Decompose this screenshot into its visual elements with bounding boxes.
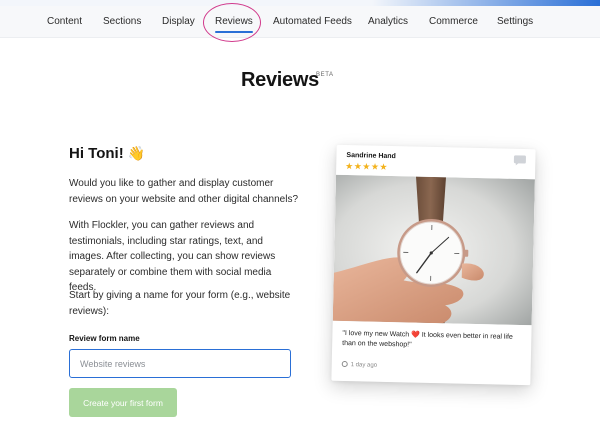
chat-bubble-icon (513, 155, 526, 166)
review-quote: "I love my new Watch ❤️ It looks even be… (342, 329, 513, 349)
greeting-text: Hi Toni! (69, 145, 124, 162)
form-name-instruction: Start by giving a name for your form (e.… (69, 290, 291, 317)
reviewer-name: Sandrine Hand (346, 151, 396, 161)
timestamp-text: 1 day ago (350, 362, 378, 369)
greeting-heading: Hi Toni! 👋 (69, 145, 145, 162)
beta-badge: BETA (316, 72, 334, 78)
tab-sections[interactable]: Sections (103, 16, 141, 27)
review-timestamp: 1 day ago (341, 360, 378, 369)
tab-content[interactable]: Content (47, 16, 82, 27)
tab-automated-feeds[interactable]: Automated Feeds (273, 16, 352, 27)
tab-analytics[interactable]: Analytics (368, 16, 408, 27)
tab-commerce[interactable]: Commerce (429, 16, 478, 27)
review-form-name-input[interactable] (69, 349, 291, 378)
top-navigation: Content Sections Display Reviews Automat… (0, 6, 600, 38)
wristwatch-photo (332, 174, 535, 326)
star-rating: ★★★★★ (345, 160, 389, 172)
tab-display[interactable]: Display (162, 16, 195, 27)
review-preview-card: Sandrine Hand ★★★★★ "I love my new Watch… (331, 144, 536, 386)
flockler-description: With Flockler, you can gather reviews an… (69, 220, 276, 293)
create-first-form-button[interactable]: Create your first form (69, 388, 177, 417)
tab-settings[interactable]: Settings (497, 16, 533, 27)
tab-reviews[interactable]: Reviews (215, 16, 253, 33)
waving-hand-icon: 👋 (127, 145, 146, 161)
review-form-name-label: Review form name (69, 334, 140, 343)
clock-icon (341, 360, 348, 368)
intro-paragraph: Would you like to gather and display cus… (69, 178, 299, 205)
page-title: Reviews (241, 69, 319, 91)
